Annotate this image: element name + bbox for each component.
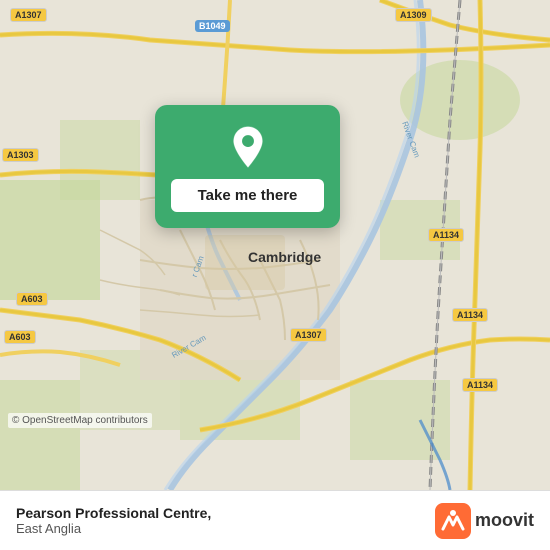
- popup-card: Take me there: [155, 105, 340, 228]
- location-name: Pearson Professional Centre,: [16, 505, 211, 521]
- location-pin-icon: [226, 125, 270, 169]
- road-badge-a1134-top: A1134: [428, 228, 464, 242]
- road-badge-a1307-br: A1307: [290, 328, 327, 342]
- moovit-text: moovit: [475, 510, 534, 531]
- moovit-logo: moovit: [435, 503, 534, 539]
- road-badge-b1049: B1049: [195, 20, 230, 32]
- road-badge-a1134-bot: A1134: [462, 378, 498, 392]
- cambridge-label: Cambridge: [248, 249, 321, 265]
- road-badge-a1134-mid: A1134: [452, 308, 488, 322]
- moovit-logo-icon: [435, 503, 471, 539]
- take-me-there-button[interactable]: Take me there: [171, 179, 324, 212]
- road-badge-a1303: A1303: [2, 148, 39, 162]
- road-badge-a1307-tl: A1307: [10, 8, 47, 22]
- location-region: East Anglia: [16, 521, 211, 536]
- bottom-bar: Pearson Professional Centre, East Anglia…: [0, 490, 550, 550]
- location-info: Pearson Professional Centre, East Anglia: [16, 505, 211, 536]
- map-container: A1307 B1049 A1309 A1303 A603 A603 A1307 …: [0, 0, 550, 490]
- road-badge-a1309: A1309: [395, 8, 432, 22]
- osm-attribution: © OpenStreetMap contributors: [8, 413, 152, 428]
- road-badge-a603-2: A603: [4, 330, 36, 344]
- road-badge-a603-1: A603: [16, 292, 48, 306]
